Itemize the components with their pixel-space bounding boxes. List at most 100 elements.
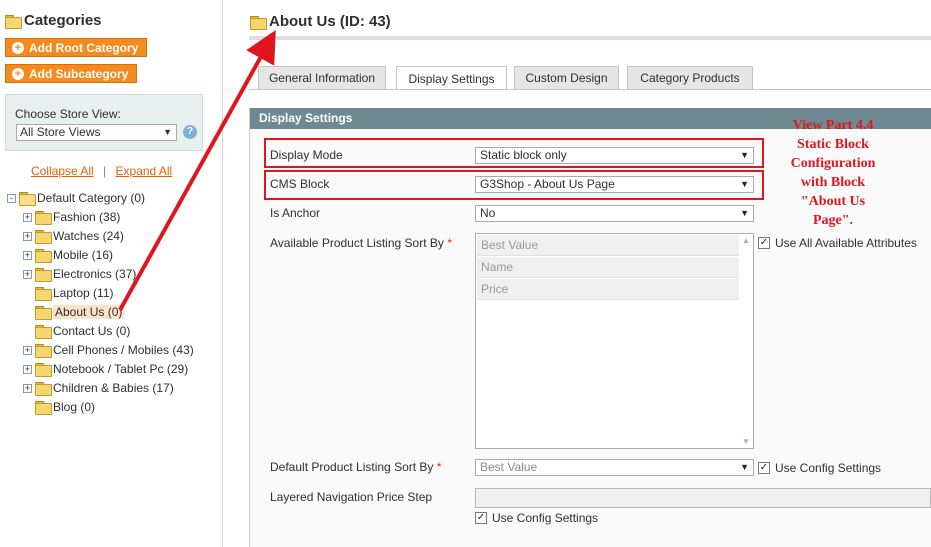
is-anchor-select[interactable]: No ▼ — [475, 205, 754, 222]
scroll-up-icon[interactable]: ▲ — [742, 236, 750, 245]
listbox-scrollbar[interactable]: ▲ ▼ — [739, 234, 753, 448]
store-view-box: Choose Store View: All Store Views ▼ ? — [5, 94, 203, 151]
tree-node-contact-us[interactable]: Contact Us (0) — [23, 323, 130, 339]
chevron-down-icon: ▼ — [740, 462, 749, 472]
tree-node-children-babies[interactable]: + Children & Babies (17) — [23, 380, 174, 396]
tree-links: Collapse All | Expand All — [31, 164, 172, 178]
tree-node-label: Children & Babies (17) — [53, 381, 174, 395]
store-view-select[interactable]: All Store Views ▼ — [16, 124, 177, 141]
tree-node-cell-phones[interactable]: + Cell Phones / Mobiles (43) — [23, 342, 194, 358]
folder-icon — [35, 287, 52, 301]
tree-node-label: Watches (24) — [53, 229, 124, 243]
sidebar-divider — [222, 0, 223, 547]
collapse-icon[interactable]: - — [7, 193, 16, 203]
links-separator: | — [103, 164, 107, 178]
expand-icon[interactable]: + — [23, 269, 32, 279]
tree-node-notebook[interactable]: + Notebook / Tablet Pc (29) — [23, 361, 188, 377]
price-step-input[interactable] — [475, 488, 931, 508]
chevron-down-icon: ▼ — [740, 179, 749, 189]
sort-option-name[interactable]: Name — [477, 257, 739, 278]
chevron-down-icon: ▼ — [163, 127, 172, 137]
folder-icon — [35, 230, 52, 244]
tab-display-settings[interactable]: Display Settings — [396, 66, 507, 90]
tree-node-electronics[interactable]: + Electronics (37) — [23, 266, 136, 282]
required-marker: * — [447, 236, 452, 250]
tree-node-watches[interactable]: + Watches (24) — [23, 228, 124, 244]
checkmark-icon: ✓ — [475, 512, 487, 524]
sidebar-title: Categories — [5, 12, 102, 29]
tab-category-products[interactable]: Category Products — [627, 66, 753, 89]
folder-icon — [35, 382, 52, 396]
tree-node-label-selected: About Us (0) — [53, 305, 125, 319]
tree-node-label: Mobile (16) — [53, 248, 114, 262]
tree-node-label: Blog (0) — [53, 400, 96, 414]
folder-icon — [35, 211, 52, 225]
expand-icon[interactable]: + — [23, 345, 32, 355]
checkmark-icon: ✓ — [758, 237, 770, 249]
store-view-label: Choose Store View: — [15, 107, 121, 121]
checkmark-icon: ✓ — [758, 462, 770, 474]
help-icon[interactable]: ? — [183, 125, 197, 139]
sort-by-listbox[interactable]: Best Value Name Price ▲ ▼ — [475, 233, 754, 449]
use-all-attributes-checkbox[interactable]: ✓ Use All Available Attributes — [758, 236, 917, 250]
tree-node-label: Default Category (0) — [37, 191, 146, 205]
page-header: About Us (ID: 43) — [250, 13, 391, 30]
tree-node-label: Contact Us (0) — [53, 324, 131, 338]
tab-general-information[interactable]: General Information — [258, 66, 386, 89]
folder-icon — [35, 344, 52, 358]
folder-icon — [35, 401, 52, 415]
display-mode-label: Display Mode — [270, 148, 343, 162]
annotation-note: View Part 4.4 Static Block Configuration… — [790, 118, 876, 228]
expand-icon[interactable]: + — [23, 364, 32, 374]
add-root-category-button[interactable]: + Add Root Category — [5, 38, 148, 57]
default-sort-use-config-checkbox[interactable]: ✓ Use Config Settings — [758, 461, 881, 475]
add-subcategory-button[interactable]: + Add Subcategory — [5, 64, 138, 83]
tree-node-default-category[interactable]: - Default Category (0) — [7, 190, 145, 206]
plus-icon: + — [12, 67, 24, 80]
tree-node-blog[interactable]: Blog (0) — [23, 399, 95, 415]
sort-option-price[interactable]: Price — [477, 279, 739, 300]
plus-icon: + — [12, 41, 24, 54]
tree-node-label: Cell Phones / Mobiles (43) — [53, 343, 194, 357]
folder-icon — [35, 325, 52, 339]
expand-all-link[interactable]: Expand All — [116, 164, 173, 178]
display-mode-select[interactable]: Static block only ▼ — [475, 147, 754, 164]
tree-node-about-us[interactable]: About Us (0) — [23, 304, 125, 320]
expand-icon[interactable]: + — [23, 231, 32, 241]
price-step-use-config-checkbox[interactable]: ✓ Use Config Settings — [475, 511, 598, 525]
price-step-label: Layered Navigation Price Step — [270, 490, 433, 504]
folder-icon — [35, 363, 52, 377]
default-sort-select[interactable]: Best Value ▼ — [475, 459, 754, 476]
expand-icon[interactable]: + — [23, 250, 32, 260]
chevron-down-icon: ▼ — [740, 208, 749, 218]
page-title: About Us (ID: 43) — [269, 13, 391, 30]
scroll-down-icon[interactable]: ▼ — [742, 437, 750, 446]
tree-node-label: Laptop (11) — [53, 286, 114, 300]
tree-node-label: Notebook / Tablet Pc (29) — [53, 362, 189, 376]
folder-icon — [5, 14, 22, 29]
expand-icon[interactable]: + — [23, 383, 32, 393]
expand-icon[interactable]: + — [23, 212, 32, 222]
tabs-underline — [249, 89, 931, 90]
sort-option-best-value[interactable]: Best Value — [477, 235, 739, 256]
folder-icon — [35, 249, 52, 263]
sort-by-label: Available Product Listing Sort By * — [270, 236, 452, 250]
default-sort-label: Default Product Listing Sort By * — [270, 460, 442, 474]
tab-custom-design[interactable]: Custom Design — [514, 66, 619, 89]
tree-node-fashion[interactable]: + Fashion (38) — [23, 209, 120, 225]
folder-icon — [19, 192, 36, 206]
header-divider — [249, 36, 931, 40]
cms-block-label: CMS Block — [270, 177, 330, 191]
tree-node-laptop[interactable]: Laptop (11) — [23, 285, 114, 301]
required-marker: * — [436, 460, 442, 474]
chevron-down-icon: ▼ — [740, 150, 749, 160]
collapse-all-link[interactable]: Collapse All — [31, 164, 94, 178]
tree-node-label: Fashion (38) — [53, 210, 121, 224]
tree-node-mobile[interactable]: + Mobile (16) — [23, 247, 113, 263]
is-anchor-label: Is Anchor — [270, 206, 321, 220]
cms-block-select[interactable]: G3Shop - About Us Page ▼ — [475, 176, 754, 193]
